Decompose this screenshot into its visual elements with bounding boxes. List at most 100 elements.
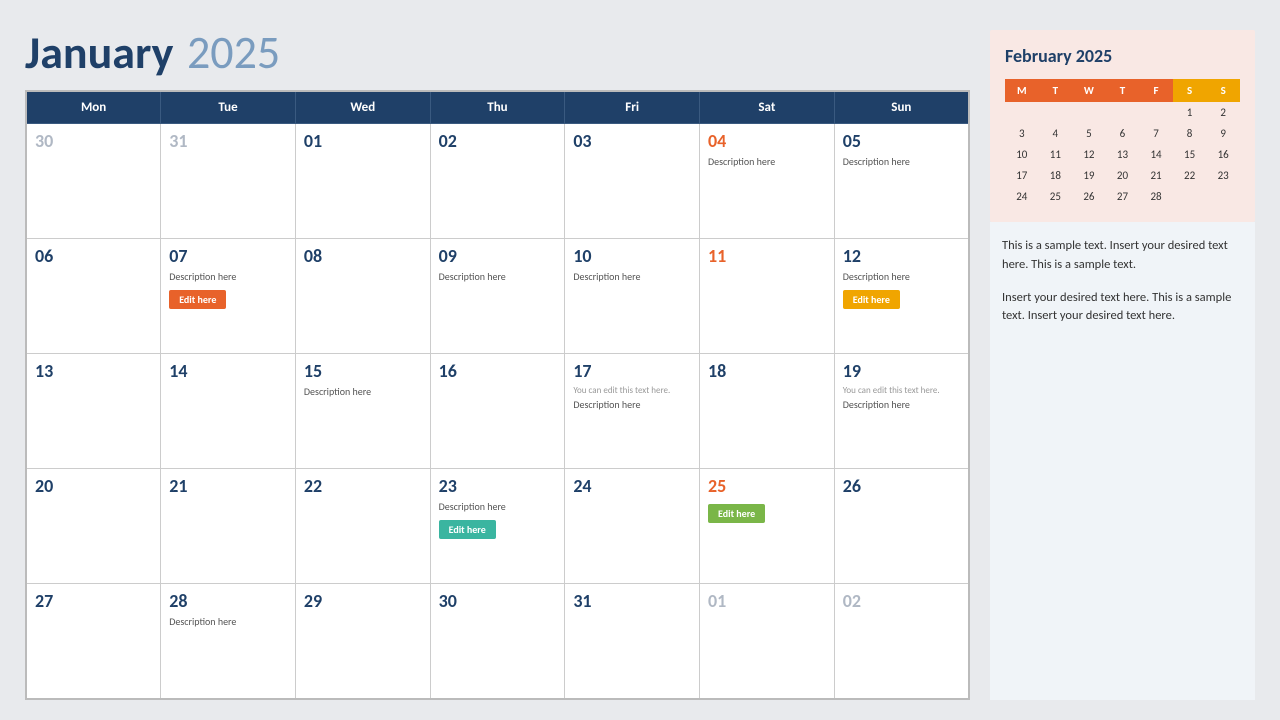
weekday-header: Sun <box>834 91 969 124</box>
mini-cal-day: 9 <box>1206 123 1240 144</box>
day-number: 01 <box>708 590 826 612</box>
mini-weekday-header: F <box>1139 79 1173 102</box>
calendar-cell: 10Description here <box>565 239 700 354</box>
calendar-cell: 17 You can edit this text here. Descriptio… <box>565 354 700 469</box>
mini-cal-day <box>1072 102 1106 123</box>
day-number: 13 <box>35 360 152 382</box>
month-label: January <box>25 25 173 81</box>
weekday-header: Fri <box>565 91 700 124</box>
calendar-cell: 19You can edit this text here.Descriptio… <box>834 354 969 469</box>
day-number: 17 <box>573 360 691 382</box>
mini-calendar-container: February 2025 MTWTFSS 123456789101112131… <box>990 30 1255 222</box>
edit-button[interactable]: Edit here <box>439 520 496 539</box>
mini-cal-day: 5 <box>1072 123 1106 144</box>
mini-weekday-header: T <box>1039 79 1073 102</box>
calendar-cell: 01 <box>295 124 430 239</box>
mini-cal-day: 25 <box>1039 186 1073 207</box>
day-description: Description here <box>439 500 557 513</box>
mini-weekday-header: S <box>1206 79 1240 102</box>
day-description: Description here <box>843 398 960 411</box>
calendar-cell: 28Description here <box>161 584 296 699</box>
day-description: Description here <box>573 398 691 411</box>
day-number: 02 <box>439 130 557 152</box>
mini-cal-day: 26 <box>1072 186 1106 207</box>
calendar-cell: 20 <box>26 469 161 584</box>
mini-cal-day: 21 <box>1139 165 1173 186</box>
mini-weekday-header: S <box>1173 79 1207 102</box>
calendar-cell: 05Description here <box>834 124 969 239</box>
calendar-cell: 29 <box>295 584 430 699</box>
mini-cal-day <box>1005 102 1039 123</box>
edit-button[interactable]: Edit here <box>843 290 900 309</box>
mini-calendar: MTWTFSS 12345678910111213141516171819202… <box>1005 79 1240 207</box>
day-number: 22 <box>304 475 422 497</box>
day-number: 05 <box>843 130 960 152</box>
mini-cal-day: 10 <box>1005 144 1039 165</box>
day-number: 16 <box>439 360 557 382</box>
day-number: 29 <box>304 590 422 612</box>
mini-cal-day: 23 <box>1206 165 1240 186</box>
mini-cal-day: 17 <box>1005 165 1039 186</box>
mini-cal-day: 18 <box>1039 165 1073 186</box>
calendar-cell: 16 <box>430 354 565 469</box>
mini-cal-day: 2 <box>1206 102 1240 123</box>
calendar-cell: 31 <box>565 584 700 699</box>
notes-para-1: This is a sample text. Insert your desir… <box>1002 237 1243 275</box>
day-number: 28 <box>169 590 287 612</box>
calendar-row: 13 14 15Description here 16 17 You can edit t… <box>26 354 969 469</box>
mini-cal-day: 6 <box>1106 123 1140 144</box>
calendar-cell: 11 <box>700 239 835 354</box>
calendar-row: 303101020304Description here05Descriptio… <box>26 124 969 239</box>
mini-cal-day: 13 <box>1106 144 1140 165</box>
weekday-header: Tue <box>161 91 296 124</box>
calendar-cell: 06 <box>26 239 161 354</box>
mini-cal-day: 11 <box>1039 144 1073 165</box>
calendar-cell: 13 <box>26 354 161 469</box>
calendar-cell: 15Description here <box>295 354 430 469</box>
mini-cal-day: 27 <box>1106 186 1140 207</box>
mini-cal-day: 14 <box>1139 144 1173 165</box>
day-description: Description here <box>843 270 960 283</box>
mini-cal-day: 15 <box>1173 144 1207 165</box>
day-number: 27 <box>35 590 152 612</box>
day-description: Description here <box>439 270 557 283</box>
day-number: 01 <box>304 130 422 152</box>
calendar-cell: 30 <box>26 124 161 239</box>
day-number: 06 <box>35 245 152 267</box>
calendar-row: 0607Description hereEdit here0809Descrip… <box>26 239 969 354</box>
day-description: Description here <box>169 270 287 283</box>
notes-para-2: Insert your desired text here. This is a… <box>1002 289 1243 327</box>
calendar-cell: 02 <box>834 584 969 699</box>
day-number: 14 <box>169 360 287 382</box>
calendar-cell: 01 <box>700 584 835 699</box>
weekday-header: Mon <box>26 91 161 124</box>
mini-weekday-header: W <box>1072 79 1106 102</box>
calendar-cell: 25 Edit here <box>700 469 835 584</box>
edit-button[interactable]: Edit here <box>708 504 765 523</box>
calendar-cell: 21 <box>161 469 296 584</box>
calendar-cell: 31 <box>161 124 296 239</box>
mini-cal-day <box>1139 102 1173 123</box>
year-label: 2025 <box>187 25 280 81</box>
day-hint: You can edit this text here. <box>843 385 960 396</box>
mini-cal-day: 1 <box>1173 102 1207 123</box>
day-number: 12 <box>843 245 960 267</box>
mini-cal-day: 12 <box>1072 144 1106 165</box>
edit-button[interactable]: Edit here <box>169 290 226 309</box>
mini-weekday-header: M <box>1005 79 1039 102</box>
day-number: 21 <box>169 475 287 497</box>
mini-cal-day: 22 <box>1173 165 1207 186</box>
mini-cal-day: 19 <box>1072 165 1106 186</box>
calendar-cell: 04Description here <box>700 124 835 239</box>
day-number: 03 <box>573 130 691 152</box>
mini-cal-day: 4 <box>1039 123 1073 144</box>
mini-cal-day <box>1173 186 1207 207</box>
day-number: 25 <box>708 475 826 497</box>
day-description: Description here <box>708 155 826 168</box>
day-hint: You can edit this text here. <box>573 385 691 396</box>
calendar-cell: 26 <box>834 469 969 584</box>
mini-cal-day: 16 <box>1206 144 1240 165</box>
mini-cal-title: February 2025 <box>1005 45 1240 67</box>
calendar-cell: 08 <box>295 239 430 354</box>
mini-cal-day: 3 <box>1005 123 1039 144</box>
